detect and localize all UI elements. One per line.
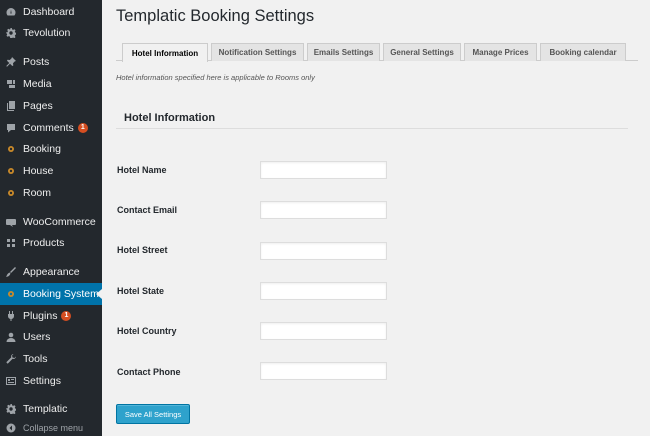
sidebar-item-label: Products (23, 237, 65, 249)
wrench-icon (6, 354, 16, 364)
hotel-country-label: Hotel Country (117, 326, 177, 336)
collapse-menu-button[interactable]: Collapse menu (0, 420, 102, 436)
brush-icon (6, 267, 16, 277)
sidebar-item-label: Comments (23, 122, 74, 134)
comment-icon (6, 123, 16, 133)
plugin-gear-icon (6, 144, 16, 154)
contact-phone-input[interactable] (260, 362, 387, 380)
tab-emails-settings[interactable]: Emails Settings (307, 43, 380, 61)
sidebar-item-label: Tools (23, 353, 48, 365)
sidebar-item-tevolution[interactable]: Tevolution (0, 22, 102, 44)
sidebar-item-label: Appearance (23, 266, 80, 278)
settings-tabs: Hotel Information Notification Settings … (116, 41, 638, 62)
products-icon (6, 238, 16, 248)
media-icon (6, 79, 16, 89)
sidebar-item-label: Tevolution (23, 27, 71, 39)
page-title: Templatic Booking Settings (116, 7, 315, 25)
intro-text: Hotel information specified here is appl… (116, 73, 315, 82)
gear-icon (6, 28, 16, 38)
plugins-count-badge: 1 (61, 311, 72, 321)
sidebar-item-settings[interactable]: Settings (0, 370, 102, 392)
sidebar-item-dashboard[interactable]: Dashboard (0, 1, 102, 23)
sidebar-item-media[interactable]: Media (0, 73, 102, 95)
hotel-street-label: Hotel Street (117, 245, 168, 255)
sidebar-item-plugins[interactable]: Plugins 1 (0, 305, 102, 327)
contact-phone-label: Contact Phone (117, 367, 181, 377)
sidebar-item-comments[interactable]: Comments 1 (0, 117, 102, 139)
sidebar-item-appearance[interactable]: Appearance (0, 261, 102, 283)
tab-notification-settings[interactable]: Notification Settings (211, 43, 304, 61)
sidebar-item-woocommerce[interactable]: WooCommerce (0, 211, 102, 233)
tab-booking-calendar[interactable]: Booking calendar (540, 43, 626, 61)
section-divider (116, 128, 628, 129)
plugin-gear-icon (6, 166, 16, 176)
sidebar-item-label: Settings (23, 375, 61, 387)
dashboard-icon (6, 7, 16, 17)
pages-icon (6, 101, 16, 111)
sidebar-item-label: Pages (23, 100, 53, 112)
sidebar-item-label: Room (23, 187, 52, 199)
sidebar-item-templatic[interactable]: Templatic (0, 398, 102, 420)
plugin-gear-icon (6, 188, 16, 198)
hotel-country-input[interactable] (260, 322, 387, 340)
hotel-state-input[interactable] (260, 282, 387, 300)
sidebar-item-pages[interactable]: Pages (0, 95, 102, 117)
sidebar-item-tools[interactable]: Tools (0, 348, 102, 370)
sidebar-item-products[interactable]: Products (0, 232, 102, 254)
sidebar-item-booking-system[interactable]: Booking System (0, 283, 102, 305)
section-title: Hotel Information (124, 112, 216, 124)
save-all-settings-button[interactable]: Save All Settings (116, 404, 190, 424)
plugin-gear-icon (6, 289, 16, 299)
sidebar-item-label: Posts (23, 56, 50, 68)
hotel-state-label: Hotel State (117, 286, 165, 296)
sidebar-item-label: Dashboard (23, 6, 75, 18)
sidebar-item-booking[interactable]: Booking (0, 138, 102, 160)
sidebar-item-label: Media (23, 78, 52, 90)
sidebar-item-label: Booking System (23, 288, 99, 300)
sidebar-item-label: Users (23, 331, 51, 343)
comments-count-badge: 1 (77, 123, 88, 133)
sidebar-item-label: Booking (23, 143, 61, 155)
gear-icon (6, 404, 16, 414)
sidebar-item-house[interactable]: House (0, 160, 102, 182)
collapse-menu-label: Collapse menu (23, 423, 84, 433)
tab-manage-prices[interactable]: Manage Prices (464, 43, 537, 61)
sidebar-item-posts[interactable]: Posts (0, 51, 102, 73)
hotel-name-label: Hotel Name (117, 165, 167, 175)
admin-sidebar: Dashboard Tevolution Posts Media Pages C… (0, 0, 102, 436)
settings-icon (6, 376, 16, 386)
sidebar-item-label: House (23, 165, 54, 177)
collapse-arrow-icon (6, 423, 16, 433)
plug-icon (6, 311, 16, 321)
woocommerce-icon (6, 217, 16, 227)
pin-icon (6, 57, 16, 67)
tab-hotel-information[interactable]: Hotel Information (122, 43, 208, 62)
contact-email-input[interactable] (260, 201, 387, 219)
hotel-name-input[interactable] (260, 161, 387, 179)
contact-email-label: Contact Email (117, 205, 178, 215)
tab-general-settings[interactable]: General Settings (383, 43, 461, 61)
hotel-street-input[interactable] (260, 242, 387, 260)
sidebar-item-label: Plugins (23, 310, 58, 322)
sidebar-item-room[interactable]: Room (0, 182, 102, 204)
user-icon (6, 332, 16, 342)
sidebar-item-label: Templatic (23, 403, 68, 415)
sidebar-item-users[interactable]: Users (0, 326, 102, 348)
sidebar-item-label: WooCommerce (23, 216, 96, 228)
